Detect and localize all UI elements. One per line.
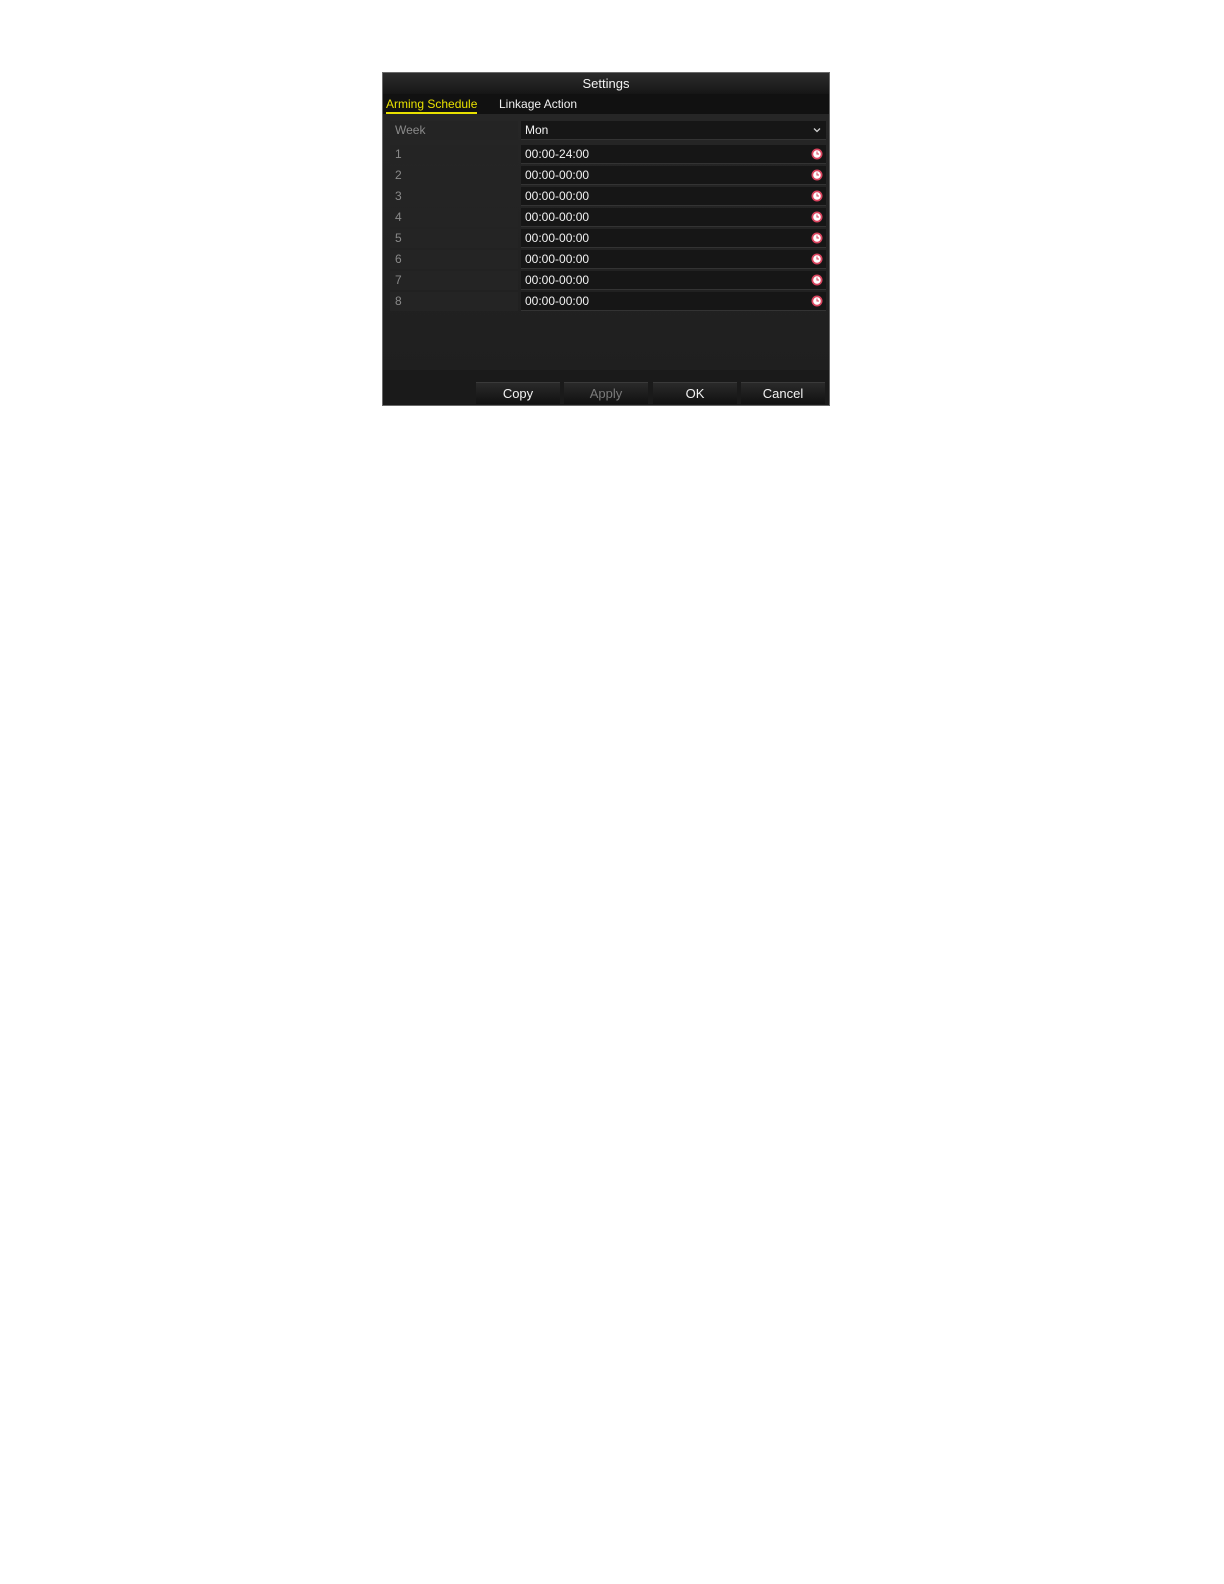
period-time-field[interactable]: 00:00-00:00 (521, 229, 826, 248)
period-row-1: 1 00:00-24:00 (390, 145, 826, 164)
period-time-value: 00:00-00:00 (525, 231, 590, 245)
period-index: 5 (390, 229, 518, 248)
period-time-field[interactable]: 00:00-00:00 (521, 208, 826, 227)
period-row-3: 3 00:00-00:00 (390, 187, 826, 206)
week-row: Week Mon (390, 121, 826, 140)
week-select[interactable]: Mon (521, 121, 826, 140)
period-row-8: 8 00:00-00:00 (390, 292, 826, 311)
period-time-value: 00:00-00:00 (525, 273, 590, 287)
tab-linkage-action[interactable]: Linkage Action (499, 94, 577, 114)
period-index: 2 (390, 166, 518, 185)
period-index: 7 (390, 271, 518, 290)
period-time-value: 00:00-00:00 (525, 168, 590, 182)
period-time-field[interactable]: 00:00-00:00 (521, 271, 826, 290)
period-time-value: 00:00-00:00 (525, 294, 590, 308)
clock-icon[interactable] (811, 211, 823, 223)
period-time-value: 00:00-00:00 (525, 189, 590, 203)
tab-arming-schedule[interactable]: Arming Schedule (386, 94, 478, 114)
period-row-7: 7 00:00-00:00 (390, 271, 826, 290)
period-time-value: 00:00-00:00 (525, 210, 590, 224)
clock-icon[interactable] (811, 253, 823, 265)
period-time-field[interactable]: 00:00-24:00 (521, 145, 826, 164)
week-select-value: Mon (525, 123, 549, 137)
period-row-6: 6 00:00-00:00 (390, 250, 826, 269)
period-index: 3 (390, 187, 518, 206)
clock-icon[interactable] (811, 295, 823, 307)
period-time-field[interactable]: 00:00-00:00 (521, 187, 826, 206)
dialog-footer: Copy Apply OK Cancel (383, 370, 829, 405)
tab-bar: Arming Schedule Linkage Action (383, 94, 829, 114)
period-index: 6 (390, 250, 518, 269)
period-row-2: 2 00:00-00:00 (390, 166, 826, 185)
settings-dialog: Settings Arming Schedule Linkage Action … (382, 72, 830, 406)
period-row-4: 4 00:00-00:00 (390, 208, 826, 227)
period-index: 4 (390, 208, 518, 227)
period-time-field[interactable]: 00:00-00:00 (521, 292, 826, 311)
copy-button[interactable]: Copy (476, 382, 560, 404)
period-time-value: 00:00-00:00 (525, 252, 590, 266)
period-time-field[interactable]: 00:00-00:00 (521, 250, 826, 269)
period-index: 8 (390, 292, 518, 311)
period-row-5: 5 00:00-00:00 (390, 229, 826, 248)
clock-icon[interactable] (811, 274, 823, 286)
chevron-down-icon (813, 128, 821, 133)
week-label: Week (390, 121, 518, 140)
schedule-panel: Week Mon 1 00:00-24:00 2 00:00-00:00 3 0… (383, 114, 829, 370)
period-time-value: 00:00-24:00 (525, 147, 590, 161)
clock-icon[interactable] (811, 148, 823, 160)
dialog-title: Settings (383, 73, 829, 94)
clock-icon[interactable] (811, 169, 823, 181)
clock-icon[interactable] (811, 232, 823, 244)
apply-button[interactable]: Apply (564, 382, 648, 404)
ok-button[interactable]: OK (653, 382, 737, 404)
clock-icon[interactable] (811, 190, 823, 202)
period-time-field[interactable]: 00:00-00:00 (521, 166, 826, 185)
cancel-button[interactable]: Cancel (741, 382, 825, 404)
period-index: 1 (390, 145, 518, 164)
